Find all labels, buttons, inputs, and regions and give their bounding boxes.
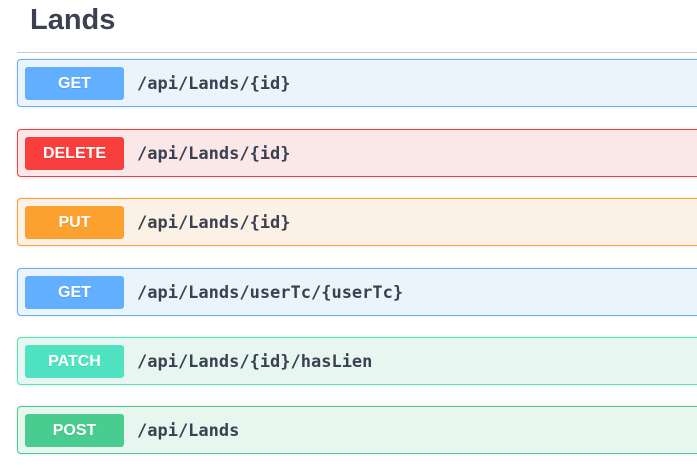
operation-path: /api/Lands/{id}/hasLien (137, 352, 373, 372)
tag-section-header[interactable]: Lands (17, 0, 697, 53)
operation-path: /api/Lands/userTc/{userTc} (137, 283, 404, 303)
tag-title: Lands (30, 4, 116, 36)
operation-patch-land-has-lien[interactable]: PATCH /api/Lands/{id}/hasLien (17, 337, 697, 385)
method-badge: DELETE (25, 137, 124, 170)
method-badge: PATCH (25, 345, 124, 378)
method-badge: GET (25, 67, 124, 100)
method-badge: PUT (25, 206, 124, 239)
swagger-page: Lands GET /api/Lands/{id} DELETE /api/La… (0, 0, 697, 476)
method-badge: GET (25, 276, 124, 309)
operation-path: /api/Lands/{id} (137, 213, 291, 233)
operation-path: /api/Lands/{id} (137, 144, 291, 164)
method-badge: POST (25, 414, 124, 447)
operation-delete-land-by-id[interactable]: DELETE /api/Lands/{id} (17, 129, 697, 177)
operation-path: /api/Lands/{id} (137, 74, 291, 94)
operation-get-land-by-id[interactable]: GET /api/Lands/{id} (17, 59, 697, 107)
operation-put-land-by-id[interactable]: PUT /api/Lands/{id} (17, 198, 697, 246)
operation-post-land[interactable]: POST /api/Lands (17, 406, 697, 454)
operation-get-lands-by-user[interactable]: GET /api/Lands/userTc/{userTc} (17, 268, 697, 316)
operation-path: /api/Lands (137, 421, 240, 441)
